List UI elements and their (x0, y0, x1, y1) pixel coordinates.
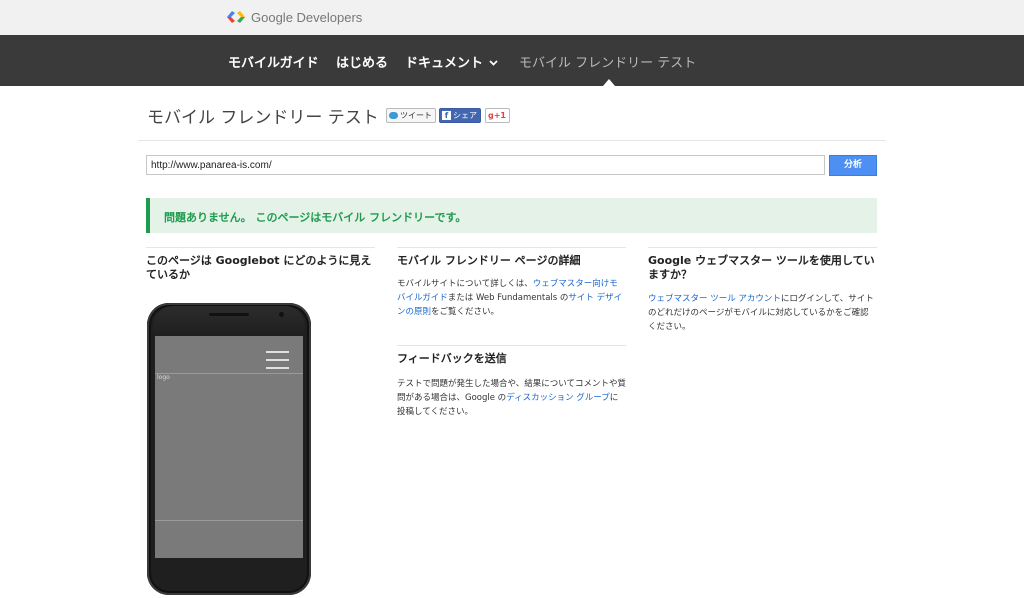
tweet-button[interactable]: ツイート (386, 108, 436, 123)
feedback-heading: フィードバックを送信 (397, 352, 507, 365)
nav-item-mobile-guide[interactable]: モバイルガイド (228, 52, 319, 71)
column-divider (397, 247, 626, 248)
nav-item-documents-label: ドキュメント (405, 56, 484, 71)
nav-item-documents[interactable]: ドキュメント (405, 52, 498, 71)
analyze-button[interactable]: 分析 (829, 155, 877, 176)
top-bar: Google Developers (0, 0, 1024, 35)
result-message: 問題ありません。 このページはモバイル フレンドリーです。 (164, 211, 467, 224)
result-banner: 問題ありません。 このページはモバイル フレンドリーです。 (146, 198, 877, 233)
nav-item-get-started[interactable]: はじめる (336, 52, 388, 71)
column-divider (397, 345, 626, 346)
google-plus-button[interactable]: g+1 (485, 108, 510, 123)
screen-header-line (155, 373, 303, 374)
chevron-down-icon (489, 60, 498, 66)
phone-preview: logo (147, 303, 311, 595)
details-text: モバイルサイトについて詳しくは、ウェブマスター向けモバイルガイドまたは Web … (397, 277, 626, 319)
screen-footer-line (155, 520, 303, 521)
details-heading: モバイル フレンドリー ページの詳細 (397, 254, 581, 267)
active-nav-indicator (603, 79, 615, 86)
url-input[interactable] (146, 155, 825, 175)
phone-camera (279, 312, 284, 317)
facebook-share-button[interactable]: f シェア (439, 108, 481, 123)
column-divider (648, 247, 877, 248)
phone-screen: logo (155, 336, 303, 558)
phone-bezel (153, 306, 305, 336)
discussion-group-link[interactable]: ディスカッション グループ (506, 393, 610, 403)
twitter-icon (389, 112, 398, 119)
google-developers-logo[interactable]: Google Developers (227, 8, 362, 26)
feedback-text: テストで問題が発生した場合や、結果についてコメントや質問がある場合は、Googl… (397, 377, 626, 419)
details-text-1: モバイルサイトについて詳しくは、 (397, 279, 533, 289)
divider (138, 140, 886, 141)
webmaster-tools-account-link[interactable]: ウェブマスター ツール アカウント (648, 294, 781, 304)
main-nav: モバイルガイド はじめる ドキュメント モバイル フレンドリー テスト (0, 35, 1024, 86)
share-label: シェア (453, 111, 477, 120)
hamburger-menu-icon (266, 351, 289, 375)
webmaster-tools-text: ウェブマスター ツール アカウントにログインして、サイトのどれだけのページがモバ… (648, 292, 877, 334)
screen-logo-text: logo (157, 374, 170, 381)
details-text-3: をご覧ください。 (431, 307, 500, 317)
column-divider (146, 247, 375, 248)
phone-speaker (209, 313, 249, 316)
brand-name: Google Developers (251, 9, 363, 25)
google-developers-icon (227, 11, 245, 23)
webmaster-tools-heading: Google ウェブマスター ツールを使用していますか？ (648, 254, 875, 281)
tweet-label: ツイート (400, 111, 432, 120)
details-text-2: または Web Fundamentals の (447, 293, 569, 303)
nav-item-mobile-friendly-test[interactable]: モバイル フレンドリー テスト (519, 52, 696, 71)
googlebot-heading: このページは Googlebot にどのように見えているか (146, 254, 372, 281)
page-title: モバイル フレンドリー テスト (147, 108, 379, 128)
facebook-icon: f (442, 111, 451, 120)
